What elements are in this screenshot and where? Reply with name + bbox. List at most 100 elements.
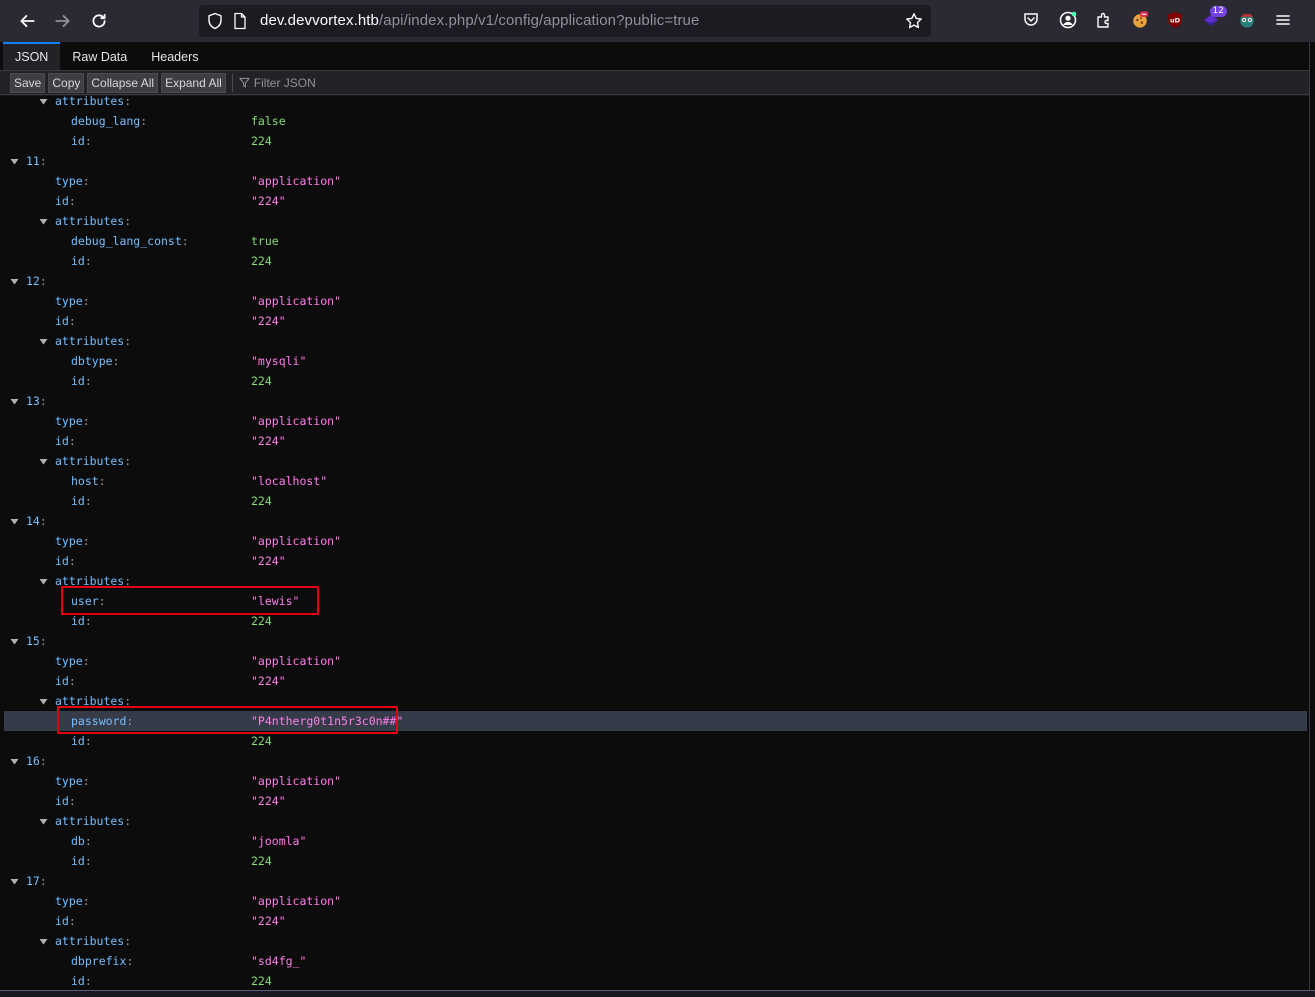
bookmark-star-icon[interactable] <box>905 12 923 30</box>
shield-icon[interactable] <box>207 12 223 30</box>
json-key: attributes: <box>55 214 132 228</box>
json-key: debug_lang_const: <box>71 234 189 248</box>
expand-triangle-icon[interactable] <box>39 571 48 591</box>
json-key: debug_lang: <box>71 114 148 128</box>
ublock-origin-icon[interactable]: uD <box>1164 9 1186 31</box>
json-row[interactable]: attributes: <box>4 931 1307 951</box>
json-row[interactable]: 13: <box>4 391 1307 411</box>
json-row[interactable]: dbprefix: "sd4fg_" <box>4 951 1307 971</box>
url-text[interactable]: dev.devvortex.htb/api/index.php/v1/confi… <box>260 12 699 29</box>
expand-triangle-icon[interactable] <box>10 271 19 291</box>
expand-triangle-icon[interactable] <box>10 871 19 891</box>
json-row[interactable]: id: 224 <box>4 971 1307 990</box>
json-toolbar: Save Copy Collapse All Expand All Filter… <box>0 71 1315 95</box>
json-key: id: <box>55 914 76 928</box>
cookie-editor-extension-icon[interactable] <box>1129 9 1151 31</box>
page-icon[interactable] <box>233 12 247 30</box>
json-key-text: debug_lang_const <box>71 234 182 248</box>
json-row[interactable]: id: 224 <box>4 731 1307 751</box>
url-bar[interactable]: dev.devvortex.htb/api/index.php/v1/confi… <box>199 5 931 37</box>
json-row[interactable]: type: "application" <box>4 651 1307 671</box>
tab-headers[interactable]: Headers <box>139 42 210 71</box>
json-row[interactable]: attributes: <box>4 211 1307 231</box>
menu-hamburger-icon[interactable] <box>1272 9 1294 31</box>
json-row[interactable]: debug_lang: false <box>4 111 1307 131</box>
json-row[interactable]: 16: <box>4 751 1307 771</box>
json-row[interactable]: id: 224 <box>4 251 1307 271</box>
reload-button[interactable] <box>85 7 113 35</box>
json-row[interactable]: id: "224" <box>4 551 1307 571</box>
expand-triangle-icon[interactable] <box>10 631 19 651</box>
json-row[interactable]: 17: <box>4 871 1307 891</box>
json-key: 15: <box>26 634 47 648</box>
json-row[interactable]: id: "224" <box>4 431 1307 451</box>
json-row[interactable]: 12: <box>4 271 1307 291</box>
expand-triangle-icon[interactable] <box>39 691 48 711</box>
back-button[interactable] <box>13 7 41 35</box>
json-key: 12: <box>26 274 47 288</box>
save-button[interactable]: Save <box>10 72 46 93</box>
json-key-text: 17 <box>26 874 40 888</box>
expand-triangle-icon[interactable] <box>10 391 19 411</box>
json-row[interactable]: id: "224" <box>4 191 1307 211</box>
expand-triangle-icon[interactable] <box>10 751 19 771</box>
expand-triangle-icon[interactable] <box>39 211 48 231</box>
extensions-puzzle-icon[interactable] <box>1093 9 1115 31</box>
json-row[interactable]: type: "application" <box>4 531 1307 551</box>
json-row[interactable]: attributes: <box>4 811 1307 831</box>
json-row[interactable]: id: 224 <box>4 371 1307 391</box>
json-row[interactable]: 14: <box>4 511 1307 531</box>
filter-json-input[interactable]: Filter JSON <box>239 76 316 90</box>
json-key-text: 12 <box>26 274 40 288</box>
json-row[interactable]: attributes: <box>4 331 1307 351</box>
json-row[interactable]: type: "application" <box>4 891 1307 911</box>
wappalyzer-extension-icon[interactable] <box>1236 9 1258 31</box>
json-row[interactable]: 11: <box>4 151 1307 171</box>
user-highlight-box <box>61 586 319 615</box>
json-row[interactable]: type: "application" <box>4 291 1307 311</box>
tab-raw-data[interactable]: Raw Data <box>60 42 139 71</box>
json-value: 224 <box>251 734 272 748</box>
json-row[interactable]: id: "224" <box>4 911 1307 931</box>
json-row[interactable]: attributes: <box>4 451 1307 471</box>
json-key: id: <box>55 794 76 808</box>
json-row[interactable]: id: 224 <box>4 131 1307 151</box>
json-key: id: <box>55 194 76 208</box>
json-row[interactable]: 15: <box>4 631 1307 651</box>
json-row[interactable]: id: "224" <box>4 791 1307 811</box>
json-key-text: attributes <box>55 814 125 828</box>
json-row[interactable]: type: "application" <box>4 411 1307 431</box>
json-value: "joomla" <box>251 834 307 848</box>
pocket-icon[interactable] <box>1020 9 1042 31</box>
account-icon[interactable] <box>1057 9 1079 31</box>
json-row[interactable]: debug_lang_const: true <box>4 231 1307 251</box>
json-key-text: type <box>55 294 83 308</box>
copy-button[interactable]: Copy <box>48 72 85 93</box>
forward-button[interactable] <box>49 7 77 35</box>
expand-all-button[interactable]: Expand All <box>161 72 226 93</box>
expand-triangle-icon[interactable] <box>39 331 48 351</box>
json-row[interactable]: id: 224 <box>4 851 1307 871</box>
foxyproxy-extension-icon[interactable]: 12 <box>1200 6 1227 31</box>
expand-triangle-icon[interactable] <box>10 511 19 531</box>
collapse-all-button[interactable]: Collapse All <box>87 72 159 93</box>
expand-triangle-icon[interactable] <box>39 931 48 951</box>
json-row[interactable]: id: "224" <box>4 311 1307 331</box>
json-key-text: id <box>55 674 69 688</box>
json-row[interactable]: db: "joomla" <box>4 831 1307 851</box>
expand-triangle-icon[interactable] <box>10 151 19 171</box>
json-row[interactable]: dbtype: "mysqli" <box>4 351 1307 371</box>
tab-json[interactable]: JSON <box>3 42 61 71</box>
json-row[interactable]: id: 224 <box>4 491 1307 511</box>
json-row[interactable]: id: "224" <box>4 671 1307 691</box>
json-row[interactable]: type: "application" <box>4 171 1307 191</box>
json-key-text: id <box>71 734 85 748</box>
expand-triangle-icon[interactable] <box>39 96 48 111</box>
json-row[interactable]: attributes: <box>4 96 1307 111</box>
expand-triangle-icon[interactable] <box>39 451 48 471</box>
arrow-left-icon <box>20 15 35 27</box>
json-value: "224" <box>251 794 286 808</box>
json-row[interactable]: type: "application" <box>4 771 1307 791</box>
expand-triangle-icon[interactable] <box>39 811 48 831</box>
json-row[interactable]: host: "localhost" <box>4 471 1307 491</box>
